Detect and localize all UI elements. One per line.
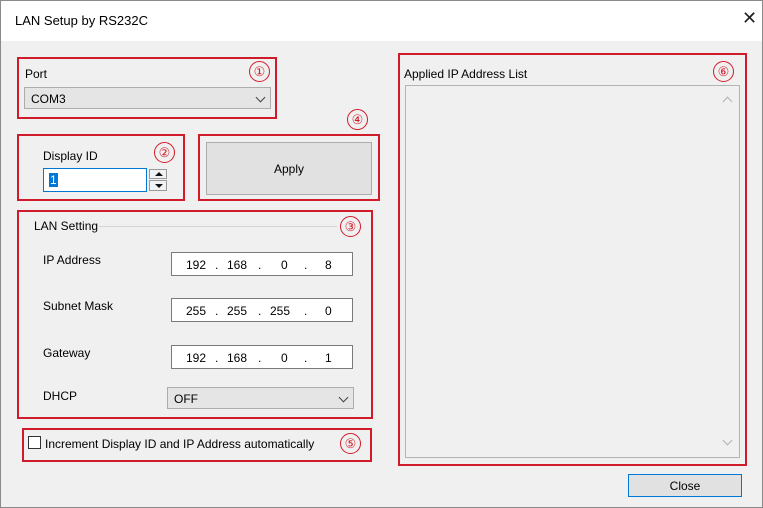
ip-octet-2: 168 bbox=[227, 258, 248, 272]
callout-number-3: ③ bbox=[340, 216, 361, 237]
title-bar: LAN Setup by RS232C ✕ bbox=[1, 1, 762, 41]
applied-ip-list[interactable] bbox=[405, 85, 740, 458]
gateway-field[interactable]: 192 . 168 . 0 . 1 bbox=[171, 345, 353, 369]
dhcp-label: DHCP bbox=[43, 389, 78, 403]
close-icon[interactable]: ✕ bbox=[742, 8, 757, 29]
display-id-field[interactable]: 1 bbox=[43, 168, 147, 192]
lan-setting-group-label: LAN Setting bbox=[34, 219, 99, 233]
arrow-down-icon bbox=[155, 184, 163, 188]
close-button[interactable]: Close bbox=[628, 474, 742, 497]
lan-setup-dialog: LAN Setup by RS232C ✕ ① Port COM3 ② Disp… bbox=[0, 0, 763, 508]
scroll-down-icon[interactable] bbox=[722, 435, 733, 446]
subnet-mask-field[interactable]: 255 . 255 . 255 . 0 bbox=[171, 298, 353, 322]
gateway-octet-1: 192 bbox=[186, 351, 207, 365]
auto-increment-checkbox[interactable] bbox=[28, 436, 41, 449]
subnet-octet-4: 0 bbox=[325, 304, 332, 318]
port-select[interactable]: COM3 bbox=[24, 87, 271, 109]
ip-octet-4: 8 bbox=[325, 258, 332, 272]
callout-number-1: ① bbox=[249, 61, 270, 82]
display-id-spin-up[interactable] bbox=[149, 169, 167, 179]
ip-octet-1: 192 bbox=[186, 258, 207, 272]
applied-list-label: Applied IP Address List bbox=[404, 67, 528, 81]
apply-button-label: Apply bbox=[273, 162, 305, 176]
window-title: LAN Setup by RS232C bbox=[15, 13, 148, 28]
gateway-octet-4: 1 bbox=[325, 351, 332, 365]
subnet-octet-3: 255 bbox=[270, 304, 291, 318]
close-button-label: Close bbox=[669, 479, 701, 493]
gateway-label: Gateway bbox=[43, 346, 91, 360]
lan-setting-divider bbox=[99, 226, 337, 227]
ip-dot: . bbox=[304, 351, 308, 365]
ip-dot: . bbox=[215, 351, 219, 365]
dhcp-select[interactable]: OFF bbox=[167, 387, 354, 409]
callout-number-4: ④ bbox=[347, 109, 368, 130]
ip-dot: . bbox=[258, 304, 262, 318]
subnet-octet-2: 255 bbox=[227, 304, 248, 318]
ip-dot: . bbox=[215, 304, 219, 318]
chevron-down-icon bbox=[255, 92, 266, 103]
ip-address-label: IP Address bbox=[43, 253, 101, 267]
callout-number-6: ⑥ bbox=[713, 61, 734, 82]
port-select-value: COM3 bbox=[31, 92, 66, 106]
ip-address-field[interactable]: 192 . 168 . 0 . 8 bbox=[171, 252, 353, 276]
scroll-up-icon[interactable] bbox=[722, 96, 733, 107]
ip-dot: . bbox=[258, 258, 262, 272]
ip-dot: . bbox=[258, 351, 262, 365]
callout-number-2: ② bbox=[154, 142, 175, 163]
display-id-value: 1 bbox=[49, 173, 58, 187]
arrow-up-icon bbox=[155, 172, 163, 176]
subnet-octet-1: 255 bbox=[186, 304, 207, 318]
display-id-label: Display ID bbox=[43, 149, 98, 163]
ip-dot: . bbox=[215, 258, 219, 272]
auto-increment-label: Increment Display ID and IP Address auto… bbox=[45, 437, 315, 451]
display-id-spin-down[interactable] bbox=[149, 180, 167, 191]
chevron-down-icon bbox=[338, 392, 349, 403]
apply-button[interactable]: Apply bbox=[206, 142, 372, 195]
subnet-mask-label: Subnet Mask bbox=[43, 299, 114, 313]
ip-dot: . bbox=[304, 304, 308, 318]
gateway-octet-3: 0 bbox=[281, 351, 288, 365]
port-label: Port bbox=[25, 67, 48, 81]
callout-number-5: ⑤ bbox=[340, 433, 361, 454]
ip-octet-3: 0 bbox=[281, 258, 288, 272]
dhcp-select-value: OFF bbox=[174, 392, 198, 406]
ip-dot: . bbox=[304, 258, 308, 272]
gateway-octet-2: 168 bbox=[227, 351, 248, 365]
